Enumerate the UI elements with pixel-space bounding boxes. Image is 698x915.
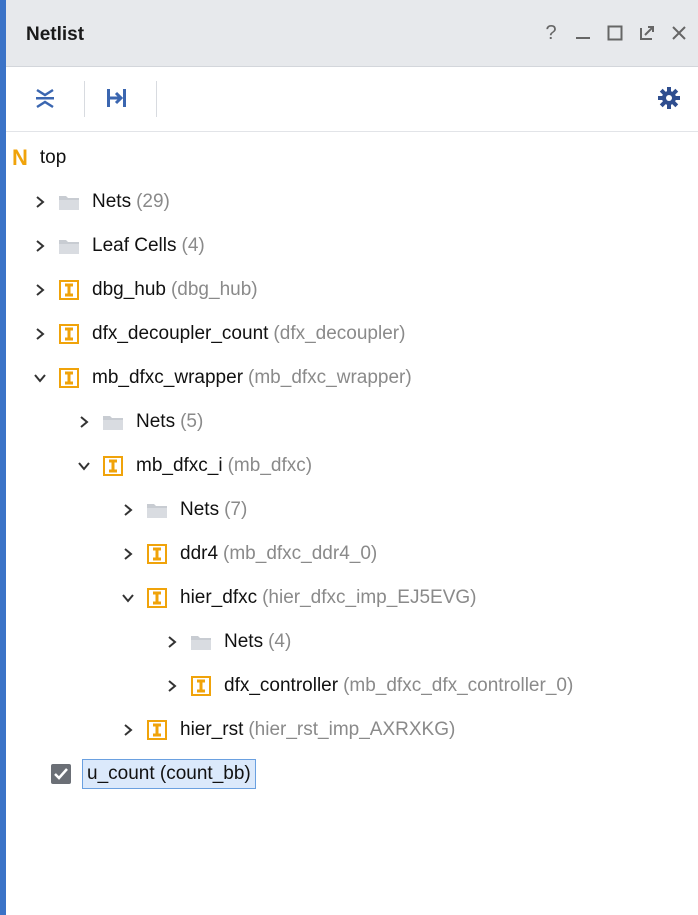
tree-item-type: (4) [181, 235, 205, 256]
tree-item-label: Nets [136, 411, 176, 432]
tree-root[interactable]: N top [12, 138, 66, 178]
tree-item-nets[interactable]: Nets (5) [72, 402, 203, 442]
checkbox-checked-icon[interactable] [50, 763, 72, 785]
tree-item-type: (5) [180, 411, 204, 432]
chevron-right-icon[interactable] [160, 630, 184, 654]
gear-icon [658, 87, 680, 109]
tree-item-type: (hier_rst_imp_AXRXKG) [248, 719, 456, 740]
settings-button[interactable] [654, 83, 684, 113]
maximize-icon[interactable] [604, 22, 626, 44]
chevron-down-icon[interactable] [28, 366, 52, 390]
chevron-right-icon[interactable] [160, 674, 184, 698]
tree-item-leaf-cells[interactable]: Leaf Cells (4) [28, 226, 205, 266]
minimize-icon[interactable] [572, 22, 594, 44]
tree-item-type: (dfx_decoupler) [273, 323, 406, 344]
chevron-down-icon[interactable] [72, 454, 96, 478]
folder-icon [146, 499, 168, 521]
tree-item-label: Nets [92, 191, 132, 212]
folder-icon [190, 631, 212, 653]
close-icon[interactable] [668, 22, 690, 44]
chevron-down-icon[interactable] [116, 586, 140, 610]
tree-item-nets[interactable]: Nets (7) [116, 490, 247, 530]
tree-item-hier-dfxc[interactable]: hier_dfxc (hier_dfxc_imp_EJ5EVG) [116, 578, 476, 618]
tree-item-type: (mb_dfxc) [227, 455, 313, 476]
window-controls: ? [540, 22, 690, 44]
tree-item-type: (29) [136, 191, 170, 212]
cell-icon [58, 323, 80, 345]
title-bar: Netlist ? [6, 0, 698, 67]
cell-icon [146, 587, 168, 609]
tree-item-label: Nets [224, 631, 264, 652]
tree-item-label: ddr4 [180, 543, 219, 564]
folder-icon [58, 235, 80, 257]
cell-icon [58, 367, 80, 389]
folder-icon [58, 191, 80, 213]
cell-icon [146, 719, 168, 741]
tree-item-label: u_count (count_bb) [82, 759, 256, 789]
collapse-all-icon [36, 88, 54, 109]
tree-item-type: (mb_dfxc_wrapper) [248, 367, 412, 388]
cell-icon [190, 675, 212, 697]
expand-hierarchy-button[interactable] [102, 83, 132, 113]
tree-item-ddr4[interactable]: ddr4 (mb_dfxc_ddr4_0) [116, 534, 377, 574]
tree-item-label: dbg_hub [92, 279, 166, 300]
tree-item-label: dfx_controller [224, 675, 339, 696]
chevron-right-icon[interactable] [28, 234, 52, 258]
chevron-right-icon[interactable] [116, 718, 140, 742]
cell-icon [102, 455, 124, 477]
tree-item-nets[interactable]: Nets (4) [160, 622, 291, 662]
help-icon[interactable]: ? [540, 22, 562, 44]
chevron-right-icon[interactable] [28, 322, 52, 346]
chevron-right-icon[interactable] [72, 410, 96, 434]
tree-item-label: hier_dfxc [180, 587, 258, 608]
chevron-right-icon[interactable] [28, 278, 52, 302]
tree-item-type: (dbg_hub) [170, 279, 258, 300]
toolbar-separator [84, 81, 85, 117]
float-icon[interactable] [636, 22, 658, 44]
tree-item-label: mb_dfxc_wrapper [92, 367, 244, 388]
panel-title: Netlist [26, 24, 85, 45]
cell-icon [58, 279, 80, 301]
tree-item-type: (7) [224, 499, 248, 520]
chevron-right-icon[interactable] [28, 190, 52, 214]
chevron-right-icon[interactable] [116, 498, 140, 522]
toolbar [6, 67, 698, 132]
tree-item-mb-dfxc-i[interactable]: mb_dfxc_i (mb_dfxc) [72, 446, 312, 486]
tree-item-label: mb_dfxc_i [136, 455, 223, 476]
tree-item-dfx-controller[interactable]: dfx_controller (mb_dfxc_dfx_controller_0… [160, 666, 573, 706]
root-badge: N [12, 145, 28, 170]
cell-icon [146, 543, 168, 565]
tree-item-dbg-hub[interactable]: dbg_hub (dbg_hub) [28, 270, 258, 310]
tree-item-dfx-decoupler-count[interactable]: dfx_decoupler_count (dfx_decoupler) [28, 314, 405, 354]
tree-item-label: hier_rst [180, 719, 244, 740]
netlist-window: Netlist ? N top Nets (29) Leaf Cells (4)… [0, 0, 698, 915]
collapse-all-button[interactable] [30, 83, 60, 113]
tree-item-type: (mb_dfxc_ddr4_0) [223, 543, 378, 564]
tree-item-label: top [39, 147, 67, 168]
tree-item-mb-dfxc-wrapper[interactable]: mb_dfxc_wrapper (mb_dfxc_wrapper) [28, 358, 412, 398]
tree-item-label: Leaf Cells [92, 235, 177, 256]
tree-item-type: (mb_dfxc_dfx_controller_0) [343, 675, 574, 696]
tree-item-u-count[interactable]: u_count (count_bb) [50, 754, 256, 794]
tree-item-hier-rst[interactable]: hier_rst (hier_rst_imp_AXRXKG) [116, 710, 455, 750]
tree-item-label: dfx_decoupler_count [92, 323, 269, 344]
tree-item-type: (hier_dfxc_imp_EJ5EVG) [262, 587, 477, 608]
expand-icon [107, 89, 126, 107]
chevron-right-icon[interactable] [116, 542, 140, 566]
toolbar-separator [156, 81, 157, 117]
folder-icon [102, 411, 124, 433]
tree-item-nets[interactable]: Nets (29) [28, 182, 170, 222]
tree-item-type: (4) [268, 631, 292, 652]
tree-item-label: Nets [180, 499, 220, 520]
